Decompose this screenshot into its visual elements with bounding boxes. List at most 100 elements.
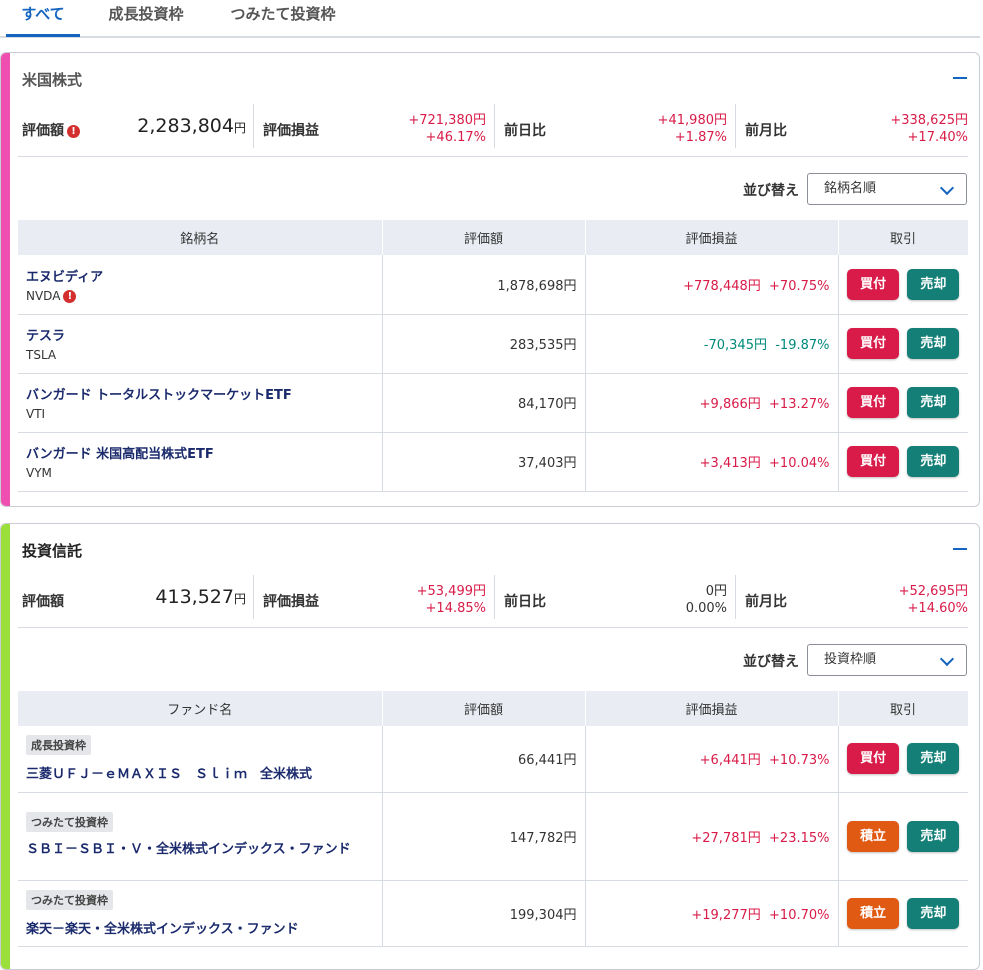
sort-value: 銘柄名順 — [824, 181, 877, 196]
account-badge: つみたて投資枠 — [26, 889, 113, 910]
collapse-icon[interactable] — [953, 77, 967, 79]
sort-value: 投資枠順 — [824, 652, 877, 667]
month-label: 前月比 — [745, 123, 787, 139]
eval-value: 37,403円 — [382, 432, 586, 492]
pl-label: 評価損益 — [263, 594, 319, 610]
pl-cell: +27,781円 +23.15% — [585, 792, 839, 881]
table-row: 成長投資枠 三菱ＵＦＪ－ｅＭＡＸＩＳ Ｓｌｉｍ 全米株式 66,441円 +6,4… — [18, 726, 968, 793]
tab-growth[interactable]: 成長投資枠 — [96, 0, 196, 34]
buy-button[interactable]: 買付 — [847, 387, 900, 418]
tsumitate-button[interactable]: 積立 — [847, 897, 900, 929]
sort-select[interactable]: 投資枠順 — [807, 644, 967, 676]
sell-button[interactable]: 売却 — [907, 328, 960, 359]
month-label: 前月比 — [745, 594, 787, 610]
day-pct: +1.87% — [674, 130, 727, 145]
eval-value: 2,283,804円 — [137, 115, 246, 137]
eval-value: 283,535円 — [382, 314, 586, 374]
us-stock-table: 銘柄名 評価額 評価損益 取引 エヌビディア NVDA! 1,878,698円 +… — [18, 220, 969, 492]
table-row: テスラ TSLA 283,535円 -70,345円 -19.87% 買付 売却 — [18, 314, 968, 374]
sell-button[interactable]: 売却 — [907, 268, 960, 300]
tab-all[interactable]: すべて — [6, 0, 80, 37]
sell-button[interactable]: 売却 — [907, 387, 960, 418]
section-title: 米国株式 — [22, 71, 83, 89]
month-pct: +14.60% — [907, 601, 968, 616]
tab-tsumitate[interactable]: つみたて投資枠 — [216, 0, 350, 34]
chevron-down-icon — [939, 180, 955, 196]
month-pct: +17.40% — [907, 130, 968, 145]
ticker: VTI — [26, 407, 46, 421]
day-label: 前日比 — [504, 594, 546, 610]
eval-value: 413,527円 — [155, 586, 246, 608]
table-row: バンガード 米国高配当株式ETF VYM 37,403円 +3,413円 +10.… — [18, 432, 968, 492]
buy-button[interactable]: 買付 — [847, 743, 900, 775]
buy-button[interactable]: 買付 — [847, 268, 900, 300]
ticker: VYM — [26, 466, 52, 480]
eval-value: 1,878,698円 — [382, 255, 586, 315]
divider — [735, 575, 736, 619]
col-header-trade: 取引 — [838, 691, 969, 726]
tab-bar: すべて 成長投資枠 つみたて投資枠 — [0, 0, 980, 38]
day-yen: +41,980円 — [657, 113, 727, 128]
section-color-bar — [1, 53, 10, 506]
stock-name[interactable]: エヌビディア — [26, 266, 374, 285]
chevron-down-icon — [939, 651, 955, 667]
eval-label: 評価額 — [22, 594, 64, 610]
sell-button[interactable]: 売却 — [907, 820, 960, 852]
divider — [494, 575, 495, 619]
collapse-icon[interactable] — [953, 548, 967, 550]
fund-name[interactable]: 楽天－楽天・全米株式インデックス・ファンド — [26, 918, 374, 937]
stock-name[interactable]: バンガード 米国高配当株式ETF — [26, 443, 374, 462]
account-badge: つみたて投資枠 — [26, 812, 113, 832]
table-row: つみたて投資枠楽天－楽天・全米株式インデックス・ファンド 199,304円 +1… — [18, 880, 968, 947]
divider — [494, 104, 495, 148]
col-header-trade: 取引 — [838, 220, 969, 255]
summary-bar: 評価額 413,527円 評価損益 +53,499円 +14.85% 前日比 0… — [18, 575, 968, 628]
account-badge: 成長投資枠 — [26, 735, 91, 756]
fund-table: ファンド名 評価額 評価損益 取引 成長投資枠 三菱ＵＦＪ－ｅＭＡＸＩＳ Ｓｌｉｍ… — [18, 691, 969, 947]
col-header-value: 評価額 — [382, 220, 586, 255]
buy-button[interactable]: 買付 — [847, 446, 900, 477]
month-yen: +52,695円 — [898, 584, 968, 599]
buy-button[interactable]: 買付 — [847, 328, 900, 359]
month-yen: +338,625円 — [890, 113, 968, 128]
sort-select[interactable]: 銘柄名順 — [807, 173, 967, 205]
pl-cell: +19,277円 +10.70% — [585, 880, 839, 947]
eval-label: 評価額! — [22, 120, 80, 140]
sell-button[interactable]: 売却 — [907, 446, 960, 477]
col-header-pl: 評価損益 — [585, 220, 839, 255]
section-title: 投資信託 — [22, 542, 83, 560]
divider — [253, 104, 254, 148]
table-row: バンガード トータルストックマーケットETF VTI 84,170円 +9,866… — [18, 373, 968, 433]
us-stock-section: 米国株式 評価額! 2,283,804円 評価損益 +721,380円 +46.… — [0, 52, 980, 507]
pl-yen: +721,380円 — [408, 113, 486, 128]
divider — [735, 104, 736, 148]
warning-icon: ! — [63, 289, 77, 303]
day-label: 前日比 — [504, 123, 546, 139]
stock-name[interactable]: テスラ — [26, 325, 374, 344]
day-yen: 0円 — [705, 584, 727, 599]
tsumitate-button[interactable]: 積立 — [847, 820, 900, 852]
table-row: つみたて投資枠 ＳＢＩ－ＳＢＩ・Ｖ・全米株式インデックス・ファンド 147,782… — [18, 792, 968, 881]
section-color-bar — [1, 524, 10, 969]
divider — [253, 575, 254, 619]
pl-cell: +3,413円 +10.04% — [585, 432, 839, 492]
day-pct: 0.00% — [685, 601, 727, 616]
pl-cell: -70,345円 -19.87% — [585, 314, 839, 374]
sell-button[interactable]: 売却 — [907, 743, 960, 775]
eval-value: 84,170円 — [382, 373, 586, 433]
eval-value: 66,441円 — [382, 726, 586, 793]
fund-section: 投資信託 評価額 413,527円 評価損益 +53,499円 +14.85% … — [0, 523, 980, 970]
pl-pct: +14.85% — [425, 601, 486, 616]
sort-label: 並び替え — [743, 654, 799, 670]
fund-name[interactable]: 三菱ＵＦＪ－ｅＭＡＸＩＳ Ｓｌｉｍ 全米株式 — [26, 763, 374, 782]
fund-name[interactable]: ＳＢＩ－ＳＢＩ・Ｖ・全米株式インデックス・ファンド — [26, 840, 374, 860]
ticker: NVDA! — [26, 289, 374, 303]
pl-pct: +46.17% — [425, 130, 486, 145]
stock-name[interactable]: バンガード トータルストックマーケットETF — [26, 384, 374, 403]
sell-button[interactable]: 売却 — [907, 897, 960, 929]
eval-value: 199,304円 — [382, 880, 586, 947]
summary-bar: 評価額! 2,283,804円 評価損益 +721,380円 +46.17% 前… — [18, 104, 968, 157]
col-header-pl: 評価損益 — [585, 691, 839, 726]
pl-label: 評価損益 — [263, 123, 319, 139]
table-row: エヌビディア NVDA! 1,878,698円 +778,448円 +70.75%… — [18, 255, 968, 315]
